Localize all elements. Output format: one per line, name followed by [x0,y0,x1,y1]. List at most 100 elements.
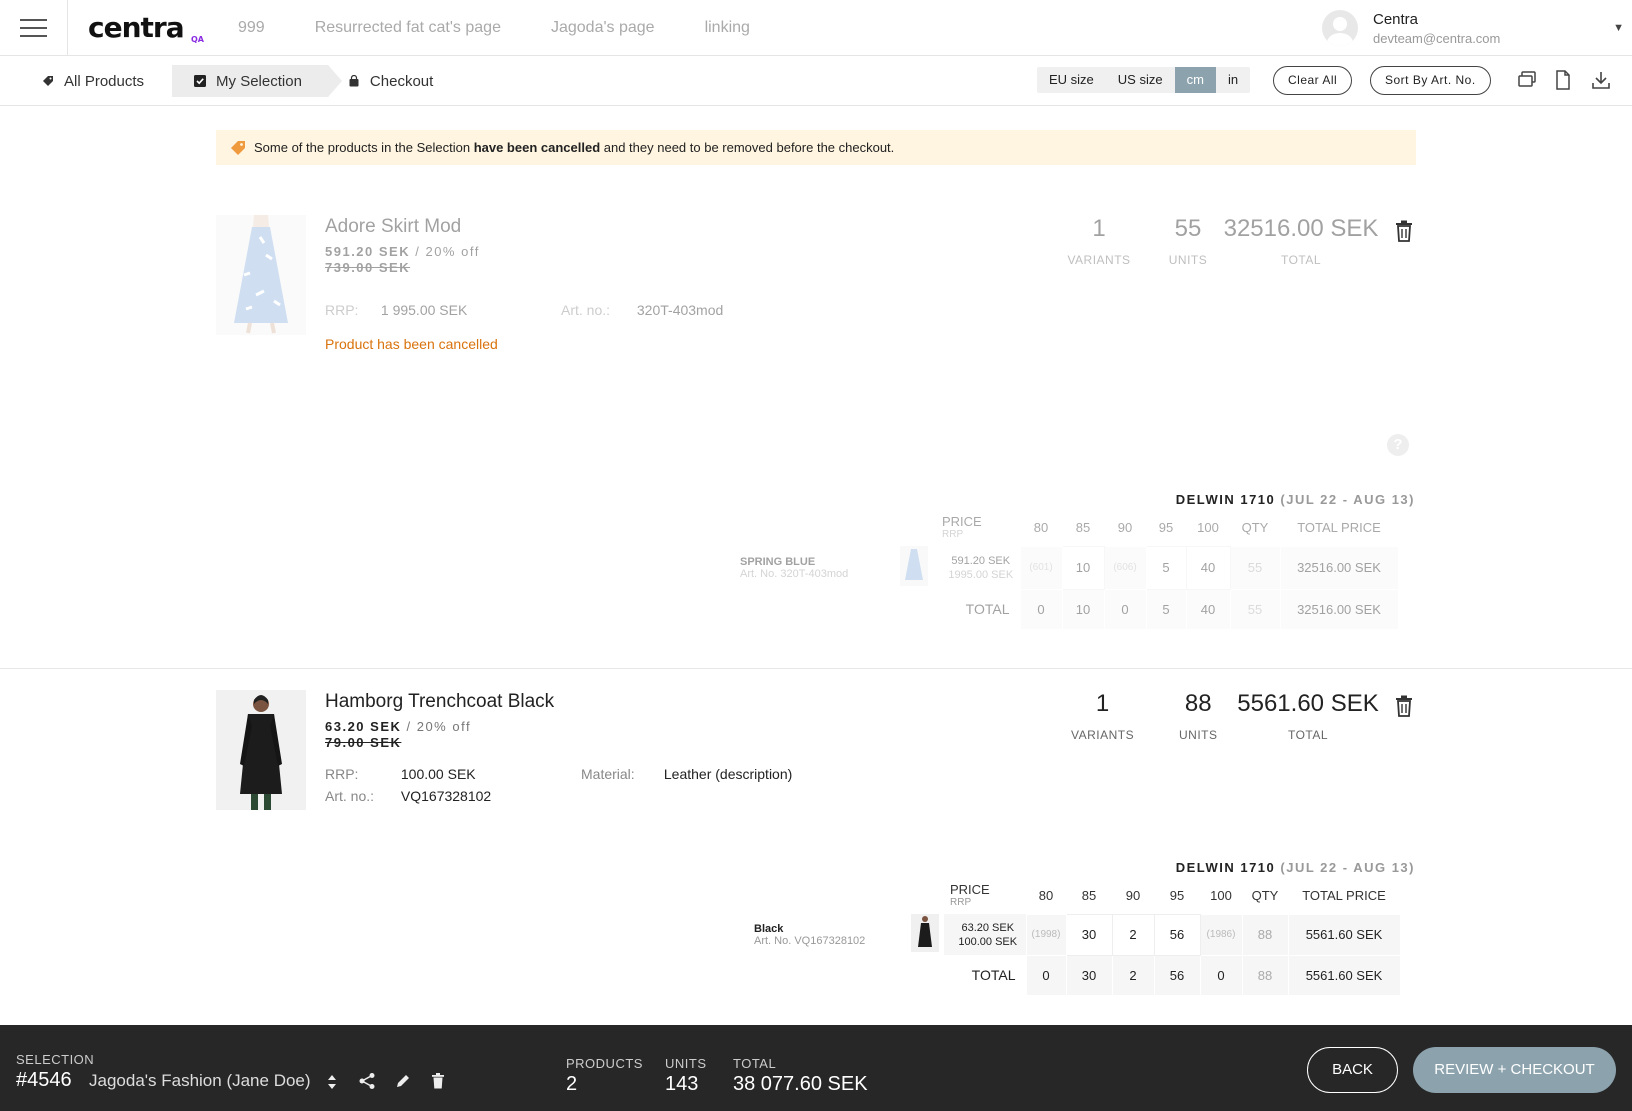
original-price: 739.00 SEK [325,260,411,275]
rrp-label: RRP: [325,766,359,782]
rrp-value: 1 995.00 SEK [380,302,468,318]
price-value: 591.20 SEK [325,244,411,259]
trash-icon[interactable] [1394,695,1414,717]
trash-icon[interactable] [1394,220,1414,242]
qty-header: QTY [1251,888,1279,904]
user-menu[interactable]: Centra devteam@centra.com ▼ [1322,0,1632,56]
variant-art: Art. No. VQ167328102 [754,934,866,947]
nav-link-jagoda[interactable]: Jagoda's page [551,19,655,37]
grid-header: PRICE RRP 80 85 90 95 100 QTY TOTAL PRIC… [754,878,1400,914]
review-checkout-button[interactable]: REVIEW + CHECKOUT [1413,1047,1616,1093]
row-total: 5561.60 SEK [1287,913,1401,956]
us-size-option[interactable]: US size [1106,67,1175,93]
size-grid: PRICE RRP 80 85 90 95 100 QTY TOTAL PRIC… [754,878,1401,996]
art-label: Art. no.: [325,788,375,804]
variant-rrp: 100.00 SEK [958,935,1018,948]
variant-name: Black [754,922,784,935]
total-value: 32516.00 SEK [1223,215,1379,242]
product-image[interactable] [216,690,306,810]
step-checkout[interactable]: Checkout [336,65,451,97]
size-qty-input[interactable]: 10 [1061,545,1105,590]
skirt-image [216,215,306,335]
units-stat: 55 UNITS [1160,215,1216,267]
totals-row: TOTAL 0 30 2 56 0 88 5561.60 SEK [754,954,1401,996]
variant-thumb [906,914,944,955]
cm-option[interactable]: cm [1174,67,1216,93]
trash-icon[interactable] [429,1072,447,1090]
logo-badge: QA [191,35,204,44]
sort-updown-icon[interactable] [323,1073,341,1091]
art-value: VQ167328102 [400,788,492,804]
size-cell-disabled: (1998) [1025,913,1067,956]
size-qty-input[interactable]: 56 [1153,913,1201,956]
trenchcoat-image [216,690,306,810]
variants-count: 1 [1095,690,1110,717]
product-name[interactable]: Adore Skirt Mod [325,216,461,238]
share-icon[interactable] [358,1072,376,1090]
variant-price: 591.20 SEK [951,554,1011,567]
totals-label: TOTAL [971,967,1016,983]
total-label: TOTAL [1287,728,1329,742]
variant-name: SPRING BLUE [740,555,816,568]
step-all-products[interactable]: All Products [30,65,162,97]
size-qty-input[interactable]: 30 [1065,913,1113,956]
chevron-down-icon[interactable]: ▼ [1613,22,1624,34]
selection-id: #4546 [16,1069,72,1091]
totals-total: 5561.60 SEK [1287,954,1401,996]
drop-title: DELWIN 1710 (JUL 22 - AUG 13) [1176,492,1415,507]
drop-dates: (JUL 22 - AUG 13) [1280,492,1415,507]
bag-icon [349,75,359,87]
size-header: 85 [1081,888,1097,904]
size-cell-disabled: (601) [1019,545,1063,590]
hamburger-menu-icon[interactable] [0,0,68,56]
pencil-icon[interactable] [394,1072,412,1090]
nav-link-linking[interactable]: linking [705,19,750,37]
product-image[interactable] [216,215,306,335]
user-name: Centra [1373,10,1419,28]
original-price: 79.00 SEK [325,735,402,750]
size-qty-input[interactable]: 40 [1185,545,1231,590]
size-unit-toggle: EU size US size cm in [1037,67,1251,93]
in-option[interactable]: in [1216,67,1250,93]
qty-header: QTY [1241,520,1269,536]
total-stat: 32516.00 SEK TOTAL [1223,215,1379,267]
size-cell-disabled: (606) [1103,545,1147,590]
sort-button[interactable]: Sort By Art. No. [1370,66,1491,95]
size-total: 2 [1111,954,1155,996]
nav-link-resurrected[interactable]: Resurrected fat cat's page [315,19,501,37]
trenchcoat-thumb-image [911,914,939,952]
eu-size-option[interactable]: EU size [1037,67,1106,93]
size-qty-input[interactable]: 5 [1145,545,1187,590]
units-count: 143 [665,1073,699,1095]
avatar [1322,10,1358,46]
size-total: 5 [1145,588,1187,630]
download-icon[interactable] [1590,69,1612,91]
centra-logo[interactable]: centra QA [88,11,208,44]
product-name[interactable]: Hamborg Trenchcoat Black [325,691,554,713]
totals-label: TOTAL [965,601,1010,617]
size-total: 40 [1185,588,1231,630]
rrp-value: 100.00 SEK [400,766,476,782]
back-button[interactable]: BACK [1307,1047,1398,1093]
product-price: 591.20 SEK / 20% off [325,244,480,259]
nav-link-999[interactable]: 999 [238,19,265,37]
price-head-label: PRICE [942,514,982,529]
units-stat: 88 UNITS [1179,690,1218,742]
step-label: My Selection [216,72,302,90]
drop-name: DELWIN 1710 [1175,860,1276,875]
total-price-header: TOTAL PRICE [1297,520,1381,536]
units-label: UNITS [665,1056,707,1071]
sub-bar: All Products My Selection Checkout EU si… [0,56,1632,106]
units-count: 88 [1184,690,1212,717]
clear-all-button[interactable]: Clear All [1273,66,1353,95]
price-header: PRICE RRP [934,510,1020,546]
copy-icon[interactable] [1516,69,1538,91]
size-header: 80 [1038,888,1054,904]
step-my-selection[interactable]: My Selection [172,65,342,97]
product-divider [0,668,1632,669]
document-icon[interactable] [1552,69,1574,91]
size-total: 0 [1103,588,1147,630]
variants-label: VARIANTS [1071,728,1135,742]
size-qty-input[interactable]: 2 [1111,913,1155,956]
help-icon[interactable]: ? [1387,434,1409,456]
